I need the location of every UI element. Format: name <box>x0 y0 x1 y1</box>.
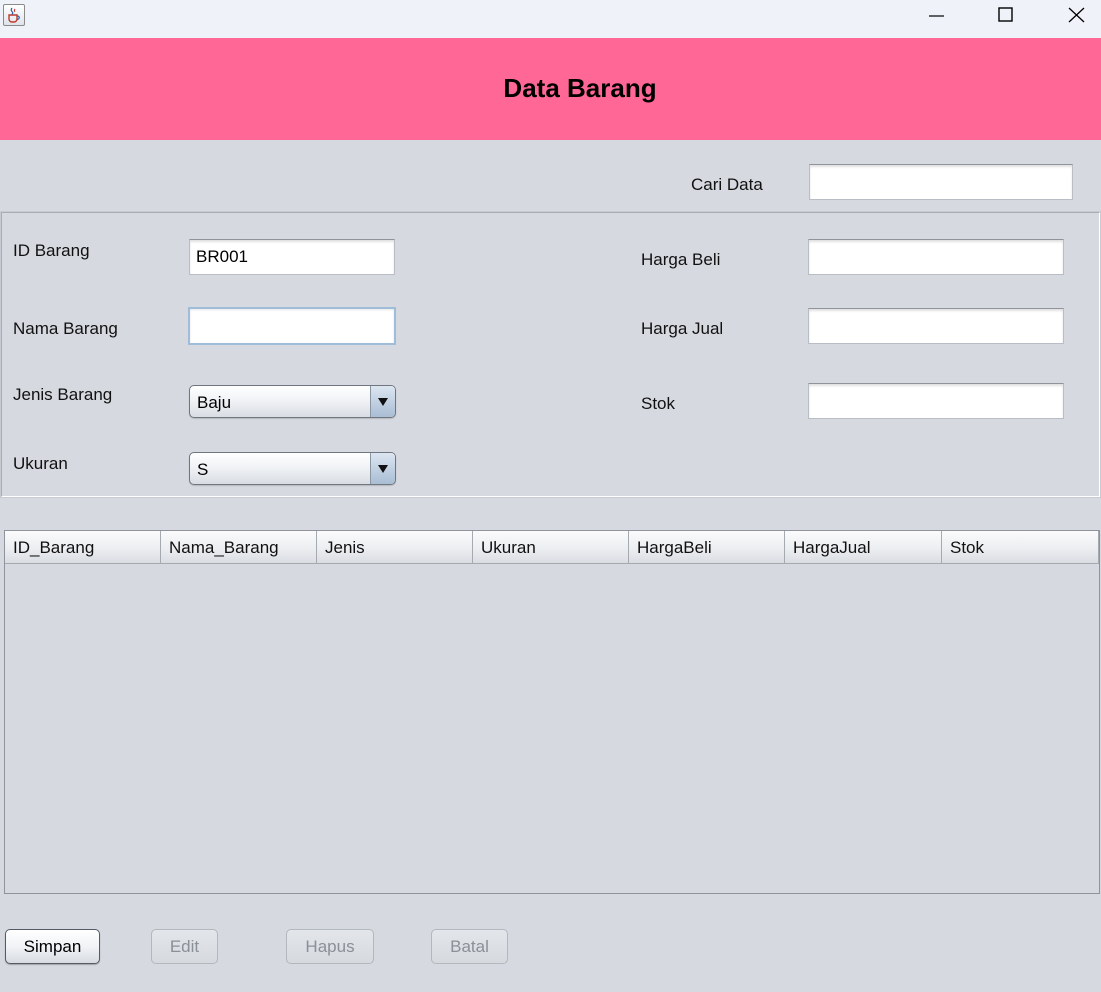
table-body[interactable] <box>5 564 1099 893</box>
harga-beli-label: Harga Beli <box>641 250 721 269</box>
stok-label: Stok <box>641 394 676 413</box>
minimize-button[interactable] <box>901 0 971 32</box>
harga-jual-label: Harga Jual <box>641 319 724 338</box>
close-button[interactable] <box>1041 0 1101 32</box>
jenis-barang-selected: Baju <box>197 393 232 412</box>
chevron-down-icon[interactable] <box>370 453 395 484</box>
table-header: ID_Barang Nama_Barang Jenis Ukuran Harga… <box>5 531 1099 564</box>
ukuran-select[interactable]: S <box>189 452 396 485</box>
page-title: Data Barang <box>503 73 657 103</box>
jenis-barang-select[interactable]: Baju <box>189 385 396 418</box>
close-icon <box>1068 7 1085 23</box>
harga-beli-input[interactable] <box>808 239 1064 275</box>
column-header-stok[interactable]: Stok <box>942 531 1099 564</box>
nama-barang-input[interactable] <box>188 307 396 345</box>
chevron-down-icon[interactable] <box>370 386 395 417</box>
edit-button[interactable]: Edit <box>151 929 218 964</box>
jenis-barang-label: Jenis Barang <box>13 385 113 404</box>
column-header-harga-beli[interactable]: HargaBeli <box>629 531 785 564</box>
harga-jual-input[interactable] <box>808 308 1064 344</box>
id-barang-input[interactable]: BR001 <box>189 239 395 275</box>
header-banner: Data Barang <box>0 38 1101 140</box>
search-label: Cari Data <box>691 175 763 194</box>
maximize-icon <box>998 7 1013 22</box>
data-table[interactable]: ID_Barang Nama_Barang Jenis Ukuran Harga… <box>4 530 1100 894</box>
id-barang-label: ID Barang <box>13 241 90 260</box>
column-header-id-barang[interactable]: ID_Barang <box>5 531 161 564</box>
window-titlebar <box>0 0 1101 38</box>
column-header-jenis[interactable]: Jenis <box>317 531 473 564</box>
column-header-harga-jual[interactable]: HargaJual <box>785 531 942 564</box>
minimize-icon <box>929 15 944 17</box>
nama-barang-label: Nama Barang <box>13 319 118 338</box>
maximize-button[interactable] <box>971 0 1041 32</box>
column-header-ukuran[interactable]: Ukuran <box>473 531 629 564</box>
simpan-button[interactable]: Simpan <box>5 929 100 964</box>
ukuran-label: Ukuran <box>13 454 68 473</box>
batal-button[interactable]: Batal <box>431 929 508 964</box>
stok-input[interactable] <box>808 383 1064 419</box>
ukuran-selected: S <box>197 460 209 479</box>
hapus-button[interactable]: Hapus <box>286 929 374 964</box>
java-cup-icon <box>3 4 25 26</box>
search-input[interactable] <box>809 164 1073 200</box>
column-header-nama-barang[interactable]: Nama_Barang <box>161 531 317 564</box>
